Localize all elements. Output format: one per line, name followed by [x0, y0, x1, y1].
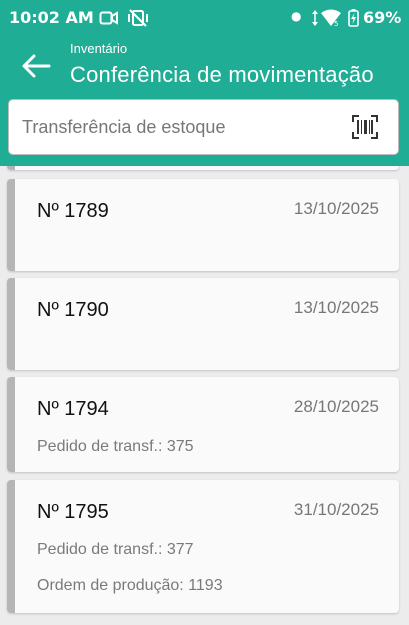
transfer-number: Nº 1794	[37, 398, 109, 420]
battery-percent: 69%	[363, 8, 402, 27]
list-item[interactable]: Nº 1794 28/10/2025 Pedido de transf.: 37…	[7, 377, 399, 472]
screen-record-icon	[99, 9, 119, 31]
card-stripe	[7, 377, 15, 472]
back-arrow-icon[interactable]	[20, 52, 52, 80]
transfer-date: 13/10/2025	[293, 199, 379, 218]
page-title: Conferência de movimentação	[70, 62, 374, 87]
transfer-date: 13/10/2025	[293, 298, 379, 317]
svg-text:5: 5	[334, 20, 338, 27]
card-stripe	[7, 166, 15, 170]
card-stripe	[7, 179, 15, 271]
transfer-order-line: Pedido de transf.: 377	[37, 541, 194, 558]
list-item[interactable]: Nº 1789 13/10/2025	[7, 179, 399, 271]
search-input[interactable]	[22, 100, 342, 154]
transfer-date: 31/10/2025	[293, 500, 379, 519]
wifi-icon: 5	[320, 9, 342, 31]
notification-dot-icon: ●	[291, 9, 302, 23]
list-item[interactable]: Nº 1795 31/10/2025 Pedido de transf.: 37…	[7, 480, 399, 613]
transfer-number: Nº 1789	[37, 200, 109, 222]
list-item-partial[interactable]	[7, 166, 399, 170]
app-bar-subtitle: Inventário	[70, 41, 128, 56]
transfer-number: Nº 1795	[37, 501, 109, 523]
status-bar: 10:02 AM ● 5 69%	[0, 0, 409, 36]
card-stripe	[7, 278, 15, 370]
transfer-order-line: Pedido de transf.: 375	[37, 438, 194, 455]
vibrate-off-icon	[127, 9, 149, 31]
card-stripe	[7, 480, 15, 613]
transfer-number: Nº 1790	[37, 299, 109, 321]
search-field[interactable]	[8, 99, 399, 155]
battery-icon	[348, 9, 359, 31]
data-arrows-icon	[311, 9, 319, 31]
production-order-line: Ordem de produção: 1193	[37, 577, 223, 594]
app-bar: Inventário Conferência de movimentação	[0, 36, 409, 166]
transfer-list: Nº 1789 13/10/2025 Nº 1790 13/10/2025 Nº…	[0, 166, 409, 625]
barcode-scan-icon[interactable]	[352, 115, 378, 139]
list-item[interactable]: Nº 1790 13/10/2025	[7, 278, 399, 370]
phone-screen: 10:02 AM ● 5 69% Inventário Conferência …	[0, 0, 409, 625]
status-time: 10:02 AM	[9, 8, 94, 27]
transfer-date: 28/10/2025	[293, 397, 379, 416]
